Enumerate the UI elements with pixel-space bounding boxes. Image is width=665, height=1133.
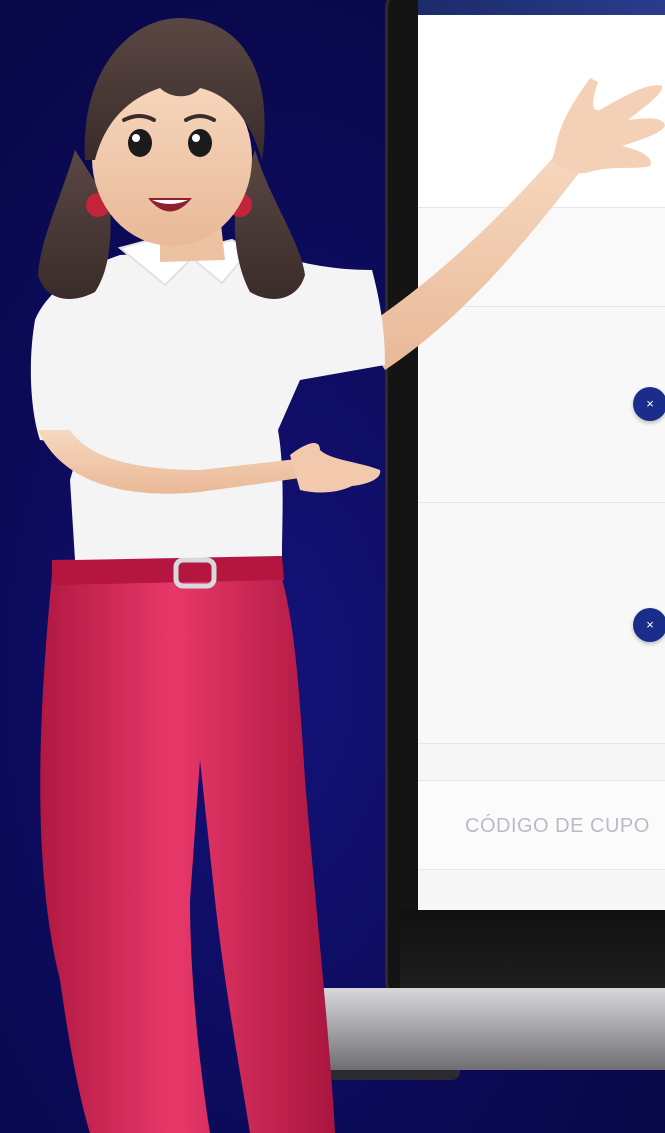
presenter-character-illustration — [30, 18, 665, 1133]
